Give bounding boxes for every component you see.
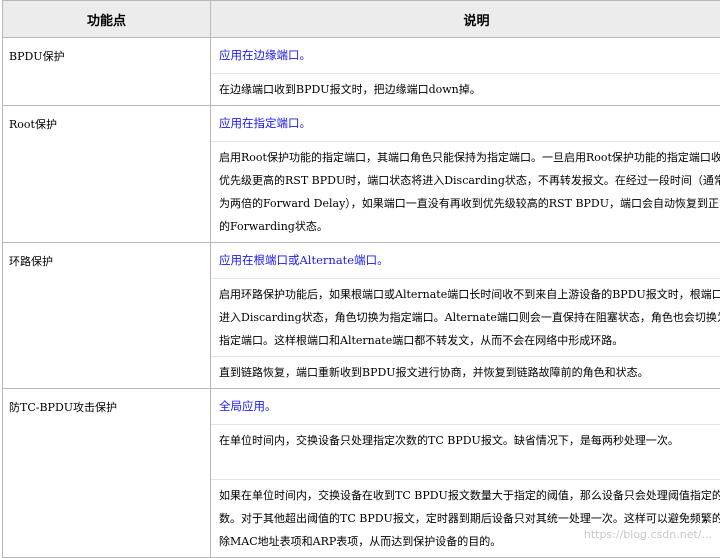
feature-description: 应用在根端口或Alternate端口。 启用环路保护功能后，如果根端口或Alte… (211, 243, 720, 389)
header-feature: 功能点 (3, 1, 211, 38)
table-row: BPDU保护 应用在边缘端口。 在边缘端口收到BPDU报文时，把边缘端口down… (3, 38, 720, 106)
description-paragraph: 在边缘端口收到BPDU报文时，把边缘端口down掉。 (211, 73, 720, 105)
feature-name: 防TC-BPDU攻击保护 (3, 389, 211, 558)
description-paragraph: 在单位时间内，交换设备只处理指定次数的TC BPDU报文。缺省情况下，是每两秒处… (211, 424, 720, 479)
description-paragraph: 直到链路恢复，端口重新收到BPDU报文进行协商，并恢复到链路故障前的角色和状态。 (211, 356, 720, 388)
table-row: 环路保护 应用在根端口或Alternate端口。 启用环路保护功能后，如果根端口… (3, 243, 720, 389)
feature-description: 应用在边缘端口。 在边缘端口收到BPDU报文时，把边缘端口down掉。 (211, 38, 720, 106)
scope-link[interactable]: 全局应用。 (211, 389, 720, 424)
description-paragraph: 启用Root保护功能的指定端口，其端口角色只能保持为指定端口。一旦启用Root保… (211, 141, 720, 242)
feature-name: 环路保护 (3, 243, 211, 389)
table-header-row: 功能点 说明 (3, 1, 720, 38)
table-row: Root保护 应用在指定端口。 启用Root保护功能的指定端口，其端口角色只能保… (3, 106, 720, 243)
watermark: https://blog.csdn.net/... (584, 528, 712, 541)
header-description: 说明 (211, 1, 720, 38)
scope-link[interactable]: 应用在根端口或Alternate端口。 (211, 243, 720, 278)
description-paragraph: 如果在单位时间内，交换设备在收到TC BPDU报文数量大于指定的阈值，那么设备只… (211, 479, 720, 557)
scope-link[interactable]: 应用在指定端口。 (211, 106, 720, 141)
feature-table: 功能点 说明 BPDU保护 应用在边缘端口。 在边缘端口收到BPDU报文时，把边… (2, 0, 720, 558)
feature-name: Root保护 (3, 106, 211, 243)
description-paragraph: 启用环路保护功能后，如果根端口或Alternate端口长时间收不到来自上游设备的… (211, 278, 720, 356)
scope-link[interactable]: 应用在边缘端口。 (211, 38, 720, 73)
feature-description: 应用在指定端口。 启用Root保护功能的指定端口，其端口角色只能保持为指定端口。… (211, 106, 720, 243)
feature-name: BPDU保护 (3, 38, 211, 106)
